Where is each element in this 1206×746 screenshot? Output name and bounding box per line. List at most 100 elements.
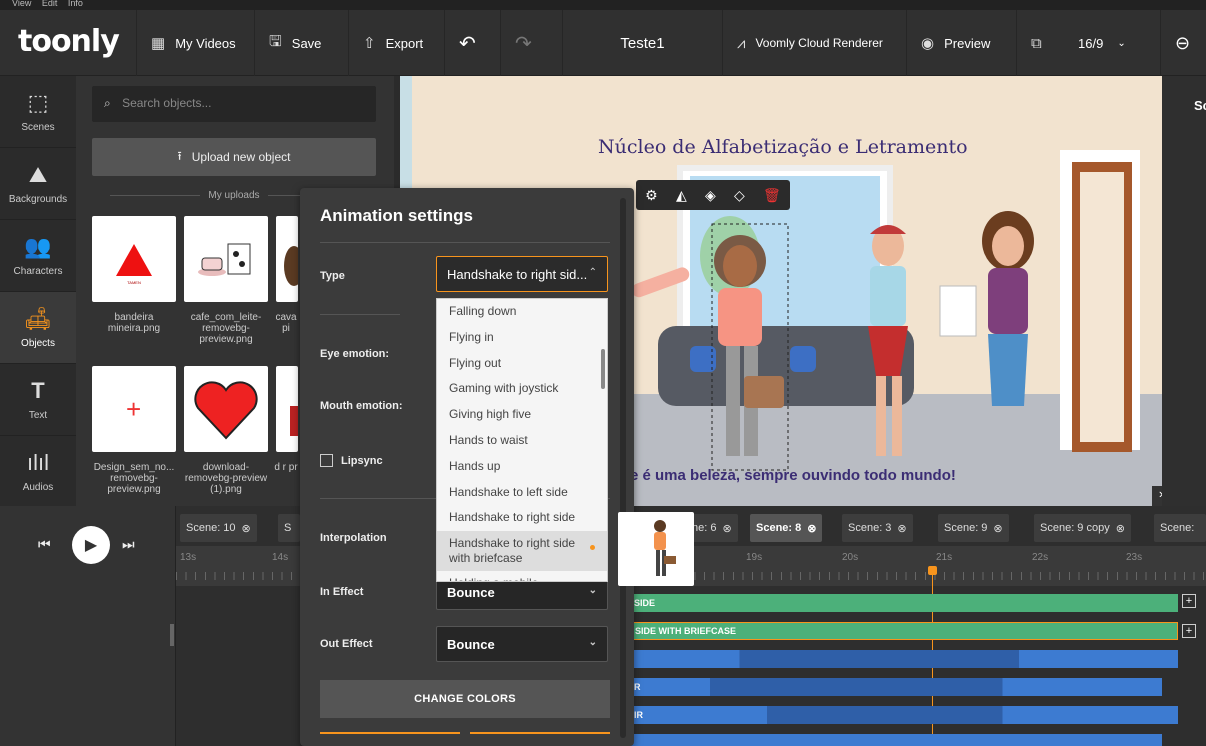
expand-icon[interactable]: + (1182, 624, 1196, 638)
sidebar-item-backgrounds[interactable]: ⛰ Backgrounds (0, 148, 76, 220)
object-tile-design[interactable]: + (92, 366, 176, 452)
redo-button[interactable]: ↷ (500, 10, 562, 76)
dropdown-scrollbar[interactable] (601, 349, 605, 389)
timeline-bar-briefcase[interactable]: SIDE WITH BRIEFCASE (630, 622, 1178, 640)
search-icon: ⌕ (104, 96, 111, 110)
undo-button[interactable]: ↶ (444, 10, 500, 76)
out-effect-value: Bounce (447, 637, 495, 652)
tab-scene-next[interactable]: Scene: (1154, 514, 1206, 542)
resize-button[interactable]: ⧉ (1016, 10, 1064, 76)
close-icon[interactable]: ⊗ (1116, 522, 1125, 535)
chevron-down-icon: ⌄ (588, 637, 597, 648)
sidebar-item-audios[interactable]: ılıl Audios (0, 436, 76, 508)
skip-forward-icon[interactable]: ⏭ (122, 536, 135, 553)
left-sidebar: ⬚ Scenes ⛰ Backgrounds 👥 Characters 🛋 Ob… (0, 76, 76, 508)
scene-caption-text[interactable]: e é uma beleza, sempre ouvindo todo mund… (630, 467, 956, 484)
tab-scene-8[interactable]: Scene: 8 ⊗ (750, 514, 823, 542)
object-tile-heart[interactable] (184, 366, 268, 452)
redo-icon: ↷ (515, 32, 532, 55)
skip-back-icon[interactable]: ⏮ (38, 536, 51, 553)
change-colors-button[interactable]: CHANGE COLORS (320, 680, 610, 718)
menu-view[interactable]: View (12, 0, 31, 8)
tab-scene-9-copy[interactable]: Scene: 9 copy ⊗ (1034, 514, 1131, 542)
close-icon[interactable]: ⊗ (722, 522, 731, 535)
timeline-bar-blue-1[interactable] (630, 650, 1178, 668)
text-icon: T (31, 378, 45, 403)
sidebar-label: Audios (22, 482, 54, 493)
save-button[interactable]: 🖫 Save (254, 10, 348, 76)
object-tile-cafe[interactable] (184, 216, 268, 302)
upload-icon: ⭱ (177, 148, 182, 163)
export-button[interactable]: ⇧ Export (348, 10, 444, 76)
expand-icon[interactable]: + (1182, 594, 1196, 608)
scene-title-text[interactable]: Núcleo de Alfabetização e Letramento (598, 136, 968, 158)
trash-icon[interactable]: 🗑 (763, 187, 781, 204)
zoom-out-button[interactable]: ⊖ (1160, 10, 1206, 76)
sidebar-item-objects[interactable]: 🛋 Objects (0, 292, 76, 364)
voomly-icon: ⩘ (737, 34, 746, 52)
timeline-bar-blue-2[interactable]: R (630, 678, 1162, 696)
checkbox-box[interactable] (320, 454, 333, 467)
characters-icon: 👥 (24, 234, 52, 259)
chevron-right-icon[interactable]: › (1152, 486, 1162, 506)
search-input[interactable]: ⌕ Search objects... (92, 86, 376, 122)
sidebar-item-scenes[interactable]: ⬚ Scenes (0, 76, 76, 148)
dropdown-option[interactable]: Handshake to left side (437, 480, 607, 506)
tab-scene-3[interactable]: Scene: 3 ⊗ (842, 514, 913, 542)
dropdown-option[interactable]: Flying in (437, 325, 607, 351)
preview-button[interactable]: ◉ Preview (906, 10, 1016, 76)
playhead-handle[interactable] (928, 566, 937, 575)
animation-preview-thumbnail (618, 512, 694, 586)
close-icon[interactable]: ⊗ (807, 522, 816, 535)
gear-icon[interactable]: ⚙ (645, 187, 658, 204)
tab-scene-9[interactable]: Scene: 9 ⊗ (938, 514, 1009, 542)
object-tile-d[interactable] (276, 366, 298, 452)
interpolation-label: Interpolation (320, 532, 387, 544)
resize-handle[interactable] (170, 624, 174, 646)
layer-up-icon[interactable]: ◈ (705, 187, 716, 204)
menu-info[interactable]: Info (68, 0, 83, 8)
menu-edit[interactable]: Edit (42, 0, 58, 8)
close-icon[interactable]: ⊗ (242, 522, 251, 535)
ruler-tick-label: 19s (746, 552, 763, 563)
project-title-text: Teste1 (620, 34, 665, 52)
my-videos-button[interactable]: ▦ My Videos (136, 10, 252, 76)
play-button[interactable]: ▶ (72, 526, 110, 564)
close-icon[interactable]: ⊗ (897, 522, 906, 535)
preview-label: Preview (944, 35, 991, 51)
dropdown-option[interactable]: Giving high five (437, 402, 607, 428)
dropdown-option[interactable]: Holding a mobile (437, 571, 607, 581)
dropdown-option-highlighted[interactable]: Handshake to right side with briefcase (437, 531, 607, 572)
flip-icon[interactable]: ◭ (676, 187, 687, 204)
sidebar-label: Scenes (21, 122, 55, 133)
out-effect-select[interactable]: Bounce ⌄ (436, 626, 608, 662)
dropdown-option[interactable]: Gaming with joystick (437, 376, 607, 402)
project-title[interactable]: Teste1 (562, 10, 722, 76)
object-floating-toolbar: ⚙ ◭ ◈ ◇ 🗑 (636, 180, 790, 210)
object-tile-cava[interactable] (276, 216, 298, 302)
lipsync-checkbox[interactable]: Lipsync (320, 454, 383, 467)
dialog-title: Animation settings (320, 206, 474, 225)
object-tile-label: cava pi (275, 312, 297, 334)
ratio-select[interactable]: 16/9 ⌄ (1064, 10, 1140, 76)
dropdown-option[interactable]: Flying out (437, 351, 607, 377)
object-tile-bandeira[interactable]: TAMEN (92, 216, 176, 302)
timeline-bar-handshake[interactable]: SIDE (630, 594, 1178, 612)
type-select[interactable]: Handshake to right sid... ⌃ (436, 256, 608, 292)
close-icon[interactable]: ⊗ (993, 522, 1002, 535)
dropdown-option[interactable]: Hands up (437, 454, 607, 480)
sidebar-item-characters[interactable]: 👥 Characters (0, 220, 76, 292)
dropdown-option[interactable]: Falling down (437, 299, 607, 325)
timeline-bar-blue-3[interactable]: IR (630, 706, 1178, 724)
upload-object-button[interactable]: ⭱ Upload new object (92, 138, 376, 176)
dropdown-option[interactable]: Hands to waist (437, 428, 607, 454)
dialog-scrollbar[interactable] (620, 198, 626, 738)
dropdown-option[interactable]: Handshake to right side (437, 505, 607, 531)
sidebar-item-text[interactable]: T Text (0, 364, 76, 436)
tab-scene-10[interactable]: Scene: 10 ⊗ (180, 514, 257, 542)
tab-scene-s[interactable]: S (278, 514, 300, 542)
playback-controls: ⏮ ▶ ⏭ (0, 506, 176, 746)
timeline-bar-blue-4[interactable] (630, 734, 1162, 746)
layer-down-icon[interactable]: ◇ (734, 187, 745, 204)
cloud-renderer-button[interactable]: ⩘ Voomly Cloud Renderer (722, 10, 906, 76)
